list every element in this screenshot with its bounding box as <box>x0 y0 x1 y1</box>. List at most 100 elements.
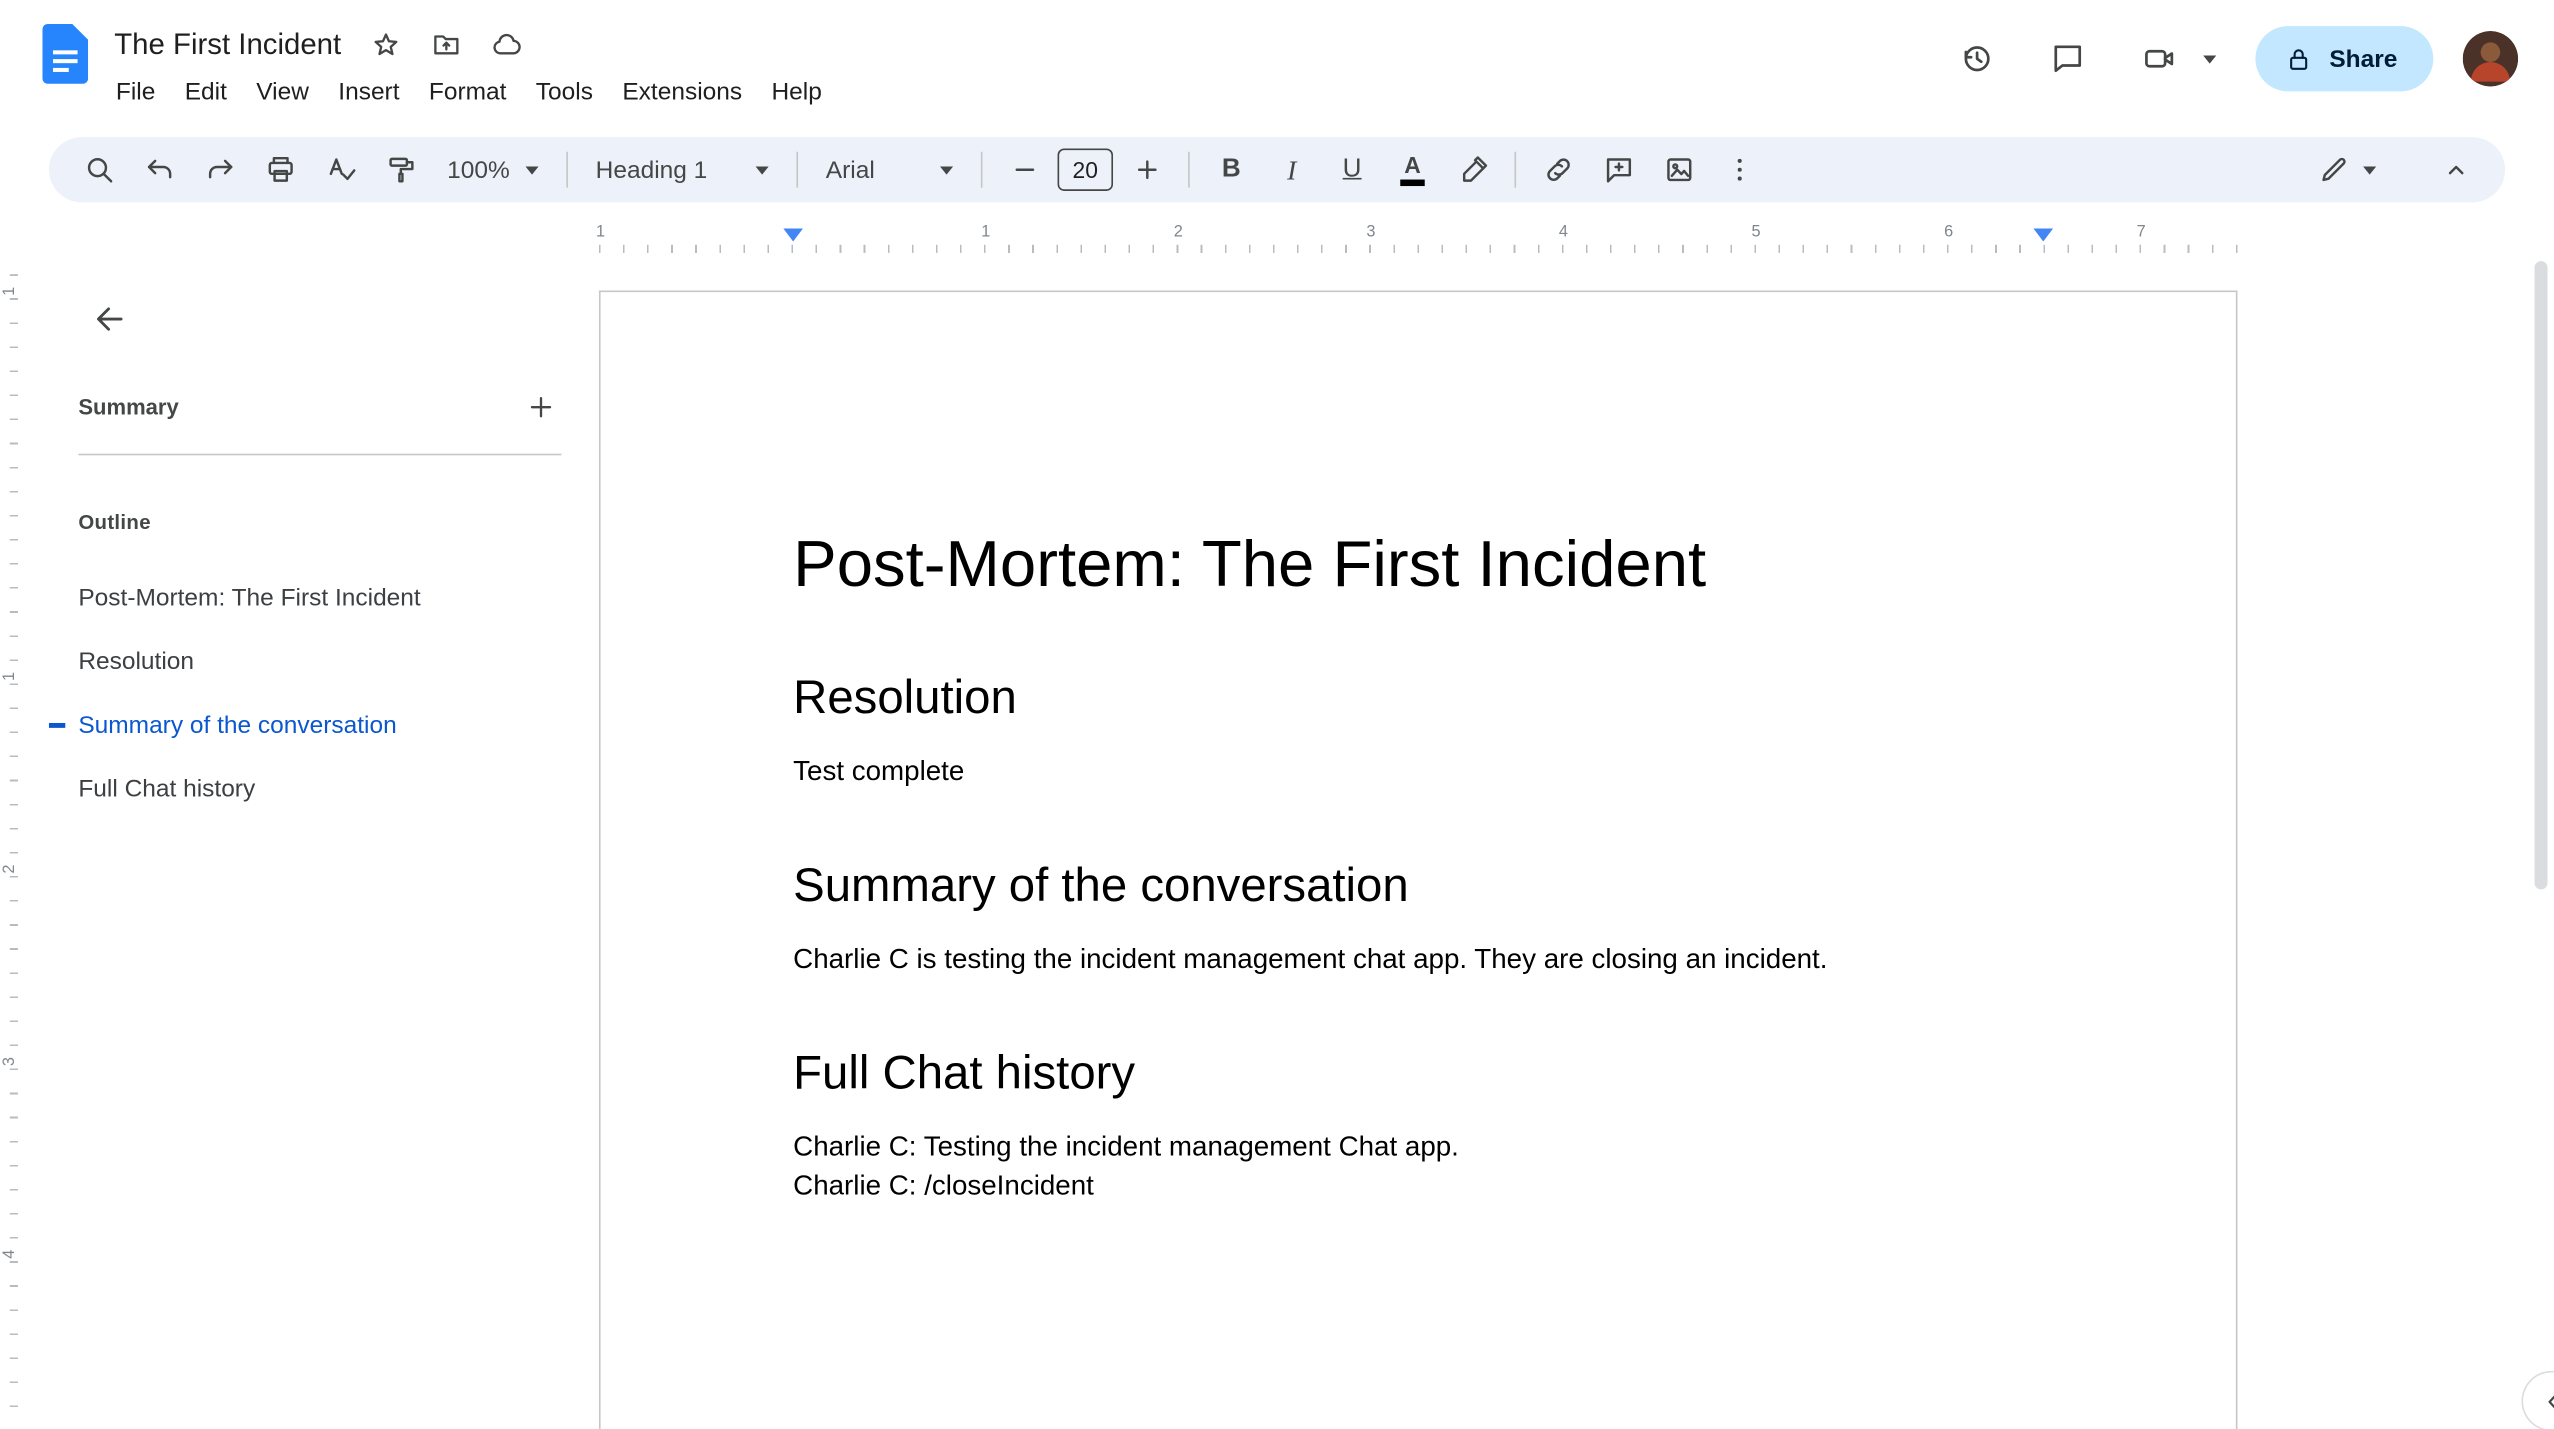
ruler-number: 2 <box>0 864 19 874</box>
toolbar-divider <box>1188 151 1190 188</box>
show-side-panel-button[interactable] <box>2521 1370 2554 1429</box>
right-indent-marker[interactable] <box>2033 228 2054 242</box>
ruler-number: 3 <box>0 1057 19 1067</box>
share-button[interactable]: Share <box>2255 26 2434 92</box>
ruler-number: 4 <box>0 1249 19 1259</box>
menu-insert[interactable]: Insert <box>324 73 415 111</box>
font-family-select[interactable]: Arial <box>809 142 969 197</box>
move-to-folder-icon[interactable] <box>424 22 468 66</box>
undo-icon[interactable] <box>129 140 189 200</box>
more-options-icon[interactable] <box>1709 140 1769 200</box>
menu-file[interactable]: File <box>101 73 170 111</box>
toolbar-divider <box>1514 151 1517 188</box>
star-icon[interactable] <box>364 22 408 66</box>
chevron-down-icon <box>525 165 539 174</box>
ruler-number: 1 <box>981 223 991 242</box>
increase-font-size-icon[interactable] <box>1116 140 1176 200</box>
paragraph-style-value: Heading 1 <box>595 155 708 184</box>
outline-item[interactable]: Resolution <box>33 630 588 694</box>
menu-edit[interactable]: Edit <box>170 73 242 111</box>
chevron-down-icon <box>755 165 769 174</box>
spell-check-icon[interactable] <box>310 140 370 200</box>
outline-item[interactable]: Post-Mortem: The First Incident <box>33 566 588 630</box>
ruler-number: 7 <box>2136 223 2146 242</box>
outline-item[interactable]: Full Chat history <box>33 757 588 821</box>
decrease-font-size-icon[interactable] <box>994 140 1054 200</box>
outline-item-label: Summary of the conversation <box>78 711 397 740</box>
underline-label: U <box>1342 155 1362 183</box>
toolbar-divider <box>980 151 983 188</box>
left-indent-marker[interactable] <box>783 228 803 242</box>
join-call-control[interactable] <box>2127 26 2217 91</box>
menu-help[interactable]: Help <box>757 73 837 111</box>
text-color-button[interactable]: A <box>1382 140 1442 200</box>
pencil-icon <box>2317 153 2350 186</box>
header-actions: Share <box>1944 26 2519 92</box>
menu-view[interactable]: View <box>242 73 324 111</box>
text-color-swatch <box>1400 179 1425 186</box>
doc-paragraph[interactable]: Charlie C is testing the incident manage… <box>793 940 2056 979</box>
chevron-down-icon <box>2363 165 2377 174</box>
add-comment-icon[interactable] <box>1588 140 1648 200</box>
ruler-number: 3 <box>1366 223 1376 242</box>
zoom-select[interactable]: 100% <box>431 142 555 197</box>
avatar[interactable] <box>2462 31 2519 87</box>
ruler-number: 4 <box>1558 223 1568 242</box>
paragraph-style-select[interactable]: Heading 1 <box>579 142 785 197</box>
search-icon[interactable] <box>69 140 129 200</box>
add-summary-icon[interactable] <box>516 382 565 431</box>
paint-format-icon[interactable] <box>370 140 430 200</box>
italic-button[interactable]: I <box>1262 140 1322 200</box>
bold-button[interactable]: B <box>1201 140 1261 200</box>
video-call-icon[interactable] <box>2127 26 2192 91</box>
vertical-ruler: 1 1 2 3 4 <box>0 261 26 1429</box>
menu-extensions[interactable]: Extensions <box>608 73 757 111</box>
hide-menus-icon[interactable] <box>2425 140 2485 200</box>
toolbar-divider <box>796 151 799 188</box>
underline-button[interactable]: U <box>1322 140 1382 200</box>
doc-paragraph[interactable]: Charlie C: Testing the incident manageme… <box>793 1128 2056 1167</box>
outline-sidebar: Summary Outline Post-Mortem: The First I… <box>33 261 588 821</box>
video-call-caret-icon[interactable] <box>2203 54 2217 63</box>
doc-heading-2[interactable]: Summary of the conversation <box>793 857 2056 916</box>
doc-paragraph[interactable]: Charlie C: /closeIncident <box>793 1167 2056 1206</box>
active-indicator <box>48 722 66 728</box>
editing-mode-select[interactable] <box>2301 142 2392 197</box>
chevron-down-icon <box>940 165 954 174</box>
version-history-icon[interactable] <box>1944 26 2009 91</box>
menu-tools[interactable]: Tools <box>521 73 608 111</box>
ruler-number: 1 <box>596 223 606 242</box>
doc-heading-2[interactable]: Resolution <box>793 669 2056 728</box>
double-chevron-left-icon <box>2547 1393 2554 1409</box>
menu-format[interactable]: Format <box>414 73 521 111</box>
title-row: The First Incident <box>114 20 1944 69</box>
print-icon[interactable] <box>250 140 310 200</box>
document-title[interactable]: The First Incident <box>114 27 347 61</box>
italic-label: I <box>1287 154 1297 186</box>
toolbar: 100% Heading 1 Arial 20 B I U A <box>48 137 2506 203</box>
ruler-ticks <box>598 244 2240 253</box>
doc-paragraph[interactable]: Test complete <box>793 752 2056 791</box>
bold-label: B <box>1221 155 1241 183</box>
outline-label: Outline <box>78 510 151 534</box>
ruler-number: 5 <box>1751 223 1761 242</box>
outline-item-label: Full Chat history <box>78 775 256 803</box>
comments-icon[interactable] <box>2036 26 2101 91</box>
doc-heading-2[interactable]: Full Chat history <box>793 1044 2056 1103</box>
font-family-value: Arial <box>825 155 875 184</box>
outline-item-active[interactable]: Summary of the conversation <box>33 694 588 758</box>
outline-list: Post-Mortem: The First Incident Resoluti… <box>33 566 588 821</box>
ruler-number: 1 <box>0 286 19 296</box>
redo-icon[interactable] <box>189 140 249 200</box>
insert-image-icon[interactable] <box>1648 140 1708 200</box>
document-page[interactable]: Post-Mortem: The First Incident Resoluti… <box>598 290 2238 1429</box>
doc-heading-1[interactable]: Post-Mortem: The First Incident <box>793 526 2056 604</box>
close-outline-back-icon[interactable] <box>75 284 144 353</box>
highlight-color-icon[interactable] <box>1443 140 1503 200</box>
docs-logo-icon[interactable] <box>42 23 89 85</box>
insert-link-icon[interactable] <box>1528 140 1588 200</box>
document-status-cloud-icon[interactable] <box>485 22 529 66</box>
font-size-input[interactable]: 20 <box>1057 148 1114 191</box>
vertical-scrollbar[interactable] <box>2534 261 2548 890</box>
summary-section: Summary <box>78 382 564 431</box>
